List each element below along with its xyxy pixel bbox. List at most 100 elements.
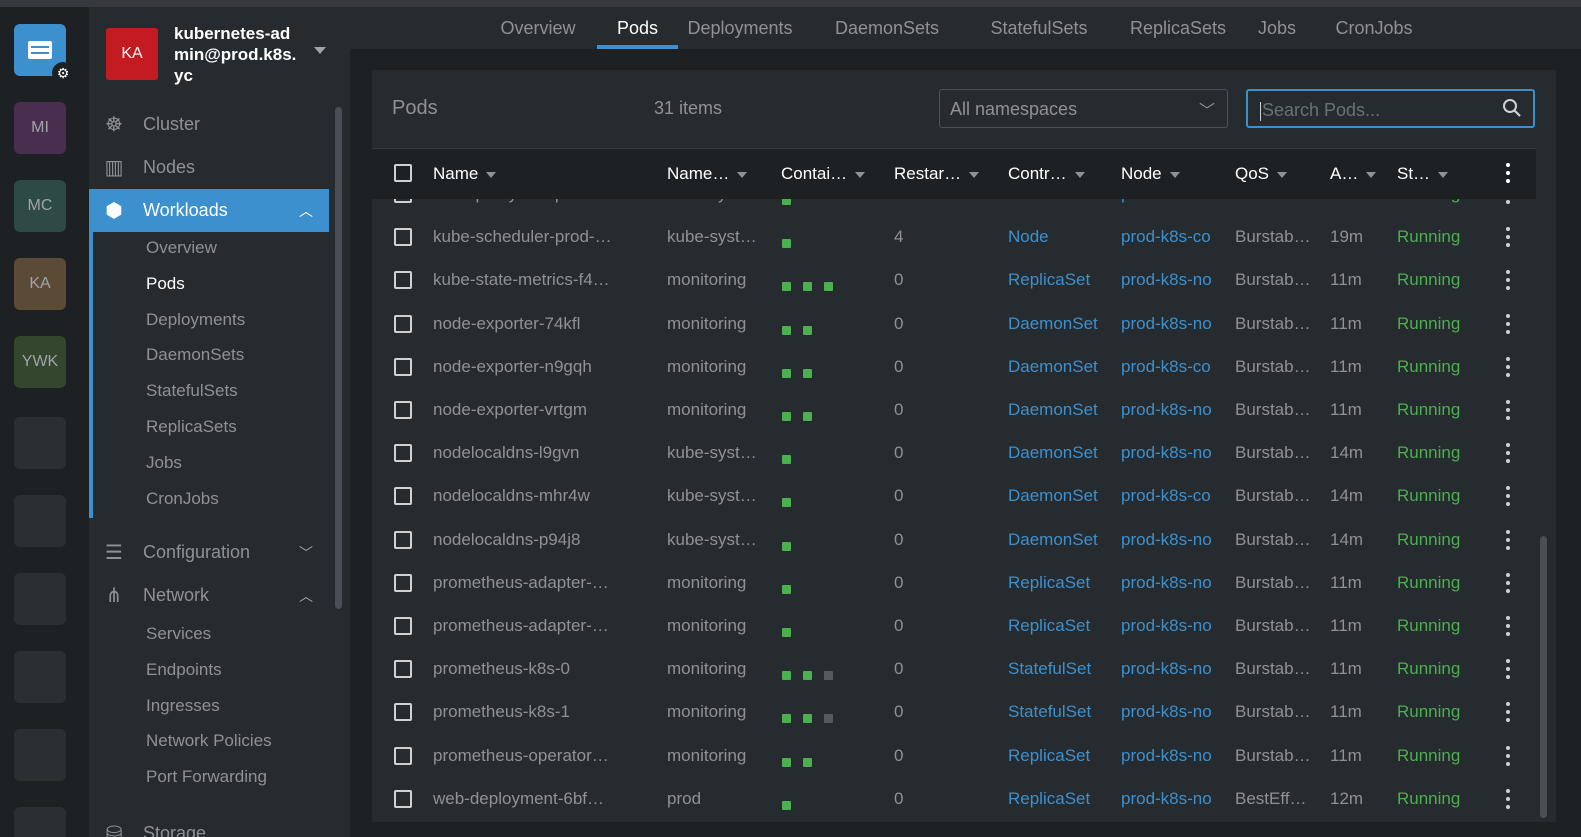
row-checkbox[interactable] (394, 746, 412, 765)
row-menu-icon[interactable] (1506, 659, 1512, 681)
tab-replicasets[interactable]: ReplicaSets (1112, 7, 1244, 49)
select-all-checkbox[interactable] (394, 164, 412, 182)
table-row[interactable]: prometheus-adapter-… monitoring 0 ReplicaSe… (372, 562, 1536, 605)
table-row[interactable]: prometheus-operator… monitoring 0 ReplicaSe… (372, 735, 1536, 778)
pod-node-link[interactable]: prod-k8s-no (1121, 270, 1215, 290)
row-menu-icon[interactable] (1506, 572, 1512, 595)
sidebar-subitem-pods[interactable]: Pods (146, 272, 185, 296)
sidebar-item-storage[interactable]: ⛁ Storage (89, 812, 329, 837)
row-menu-icon[interactable] (1506, 788, 1512, 811)
pod-node-link[interactable]: prod-k8s-no (1121, 314, 1215, 334)
tab-daemonsets[interactable]: DaemonSets (826, 7, 948, 49)
tab-statefulsets[interactable]: StatefulSets (970, 7, 1108, 49)
row-checkbox[interactable] (394, 487, 412, 506)
pod-controller-link[interactable]: DaemonSet (1008, 400, 1102, 420)
hotbar-empty-slot[interactable] (14, 573, 66, 625)
table-row[interactable]: prometheus-k8s-1 monitoring 0 StatefulSet pr… (372, 691, 1536, 734)
row-checkbox[interactable] (394, 444, 412, 463)
sidebar-scrollbar[interactable] (335, 107, 342, 609)
pod-controller-link[interactable]: DaemonSet (1008, 486, 1102, 506)
chevron-up-icon[interactable]: ︿ (299, 201, 313, 221)
container-running-indicator[interactable] (782, 199, 791, 205)
sidebar-subitem-network-policies[interactable]: Network Policies (146, 729, 272, 753)
container-running-indicator[interactable] (803, 282, 812, 292)
row-menu-icon[interactable] (1506, 313, 1512, 336)
pod-controller-link[interactable]: DaemonSet (1008, 199, 1102, 204)
row-checkbox[interactable] (394, 789, 412, 808)
sidebar-subitem-cronjobs[interactable]: CronJobs (146, 487, 219, 511)
container-running-indicator[interactable] (782, 714, 791, 724)
container-running-indicator[interactable] (782, 498, 791, 508)
pod-controller-link[interactable]: ReplicaSet (1008, 789, 1102, 809)
row-checkbox[interactable] (394, 228, 412, 247)
row-checkbox[interactable] (394, 703, 412, 722)
chevron-down-icon[interactable]: ﹀ (299, 543, 313, 563)
pod-node-link[interactable]: prod-k8s-co (1121, 486, 1215, 506)
hotbar-cluster-item[interactable]: MI (14, 102, 66, 154)
table-row[interactable]: nodelocaldns-p94j8 kube-syst… 0 DaemonSet pr… (372, 519, 1536, 562)
table-row[interactable]: kube-proxy-mxhph kube-syst… 0 DaemonSet prod… (372, 199, 1536, 216)
sidebar-subitem-daemonsets[interactable]: DaemonSets (146, 343, 244, 367)
tab-jobs[interactable]: Jobs (1245, 7, 1309, 49)
hotbar-cluster-item[interactable]: YWK (14, 336, 66, 388)
sidebar-item-workloads[interactable]: ⬢ Workloads ︿ (89, 189, 329, 232)
row-checkbox[interactable] (394, 401, 412, 419)
table-row[interactable]: web-deployment-6bf… prod 0 ReplicaSet prod-k… (372, 778, 1536, 821)
sidebar-subitem-replicasets[interactable]: ReplicaSets (146, 415, 237, 439)
row-checkbox[interactable] (394, 660, 412, 679)
chevron-up-icon[interactable]: ︿ (299, 586, 313, 606)
column-header-qos[interactable]: QoS (1235, 164, 1288, 184)
row-menu-icon[interactable] (1506, 745, 1512, 768)
pod-node-link[interactable]: prod-k8s-no (1121, 443, 1215, 463)
row-menu-icon[interactable] (1506, 616, 1512, 638)
hotbar-cluster-item[interactable]: MC (14, 180, 66, 232)
table-row[interactable]: prometheus-adapter-… monitoring 0 ReplicaSe… (372, 605, 1536, 648)
column-header-age[interactable]: A… (1330, 164, 1377, 184)
columns-menu-icon[interactable] (1506, 163, 1512, 185)
tab-deployments[interactable]: Deployments (678, 7, 802, 49)
pod-controller-link[interactable]: DaemonSet (1008, 443, 1102, 463)
sidebar-subitem-jobs[interactable]: Jobs (146, 451, 182, 475)
pod-controller-link[interactable]: StatefulSet (1008, 659, 1102, 679)
pod-node-link[interactable]: prod-k8s-no (1121, 702, 1215, 722)
table-row[interactable]: nodelocaldns-l9gvn kube-syst… 0 DaemonSet pr… (372, 432, 1536, 475)
pod-controller-link[interactable]: StatefulSet (1008, 702, 1102, 722)
pod-controller-link[interactable]: Node (1008, 227, 1102, 247)
column-header-name[interactable]: Name (433, 164, 497, 184)
row-checkbox[interactable] (394, 199, 412, 203)
table-row[interactable]: node-exporter-vrtgm monitoring 0 DaemonSet p… (372, 389, 1536, 432)
row-checkbox[interactable] (394, 573, 412, 592)
column-header-restarts[interactable]: Restar… (894, 164, 980, 184)
row-menu-icon[interactable] (1506, 270, 1512, 292)
container-running-indicator[interactable] (782, 455, 791, 465)
pod-controller-link[interactable]: ReplicaSet (1008, 573, 1102, 593)
table-row[interactable]: prometheus-k8s-0 monitoring 0 StatefulSet pr… (372, 648, 1536, 691)
pod-controller-link[interactable]: DaemonSet (1008, 314, 1102, 334)
sidebar-subitem-overview[interactable]: Overview (146, 236, 217, 260)
sidebar-item-configuration[interactable]: ☰ Configuration ﹀ (89, 531, 329, 574)
hotbar-cluster-item[interactable]: KA (14, 258, 66, 310)
row-menu-icon[interactable] (1506, 443, 1512, 465)
container-running-indicator[interactable] (782, 584, 791, 594)
pod-controller-link[interactable]: ReplicaSet (1008, 616, 1102, 636)
container-running-indicator[interactable] (803, 325, 812, 335)
pod-node-link[interactable]: prod-k8s-co (1121, 357, 1215, 377)
row-menu-icon[interactable] (1506, 702, 1512, 724)
column-header-namespace[interactable]: Name… (667, 164, 748, 184)
container-running-indicator[interactable] (782, 282, 791, 292)
container-running-indicator[interactable] (782, 368, 791, 378)
sidebar-subitem-port-forwarding[interactable]: Port Forwarding (146, 765, 267, 789)
search-icon[interactable] (1501, 97, 1523, 119)
pod-node-link[interactable]: prod-k8s-co (1121, 227, 1215, 247)
sidebar-subitem-ingresses[interactable]: Ingresses (146, 694, 220, 718)
container-waiting-indicator[interactable] (824, 714, 833, 724)
row-menu-icon[interactable] (1506, 400, 1512, 422)
container-waiting-indicator[interactable] (824, 671, 833, 681)
pod-node-link[interactable]: prod-k8s-no (1121, 789, 1215, 809)
table-row[interactable]: nodelocaldns-mhr4w kube-syst… 0 DaemonSet pr… (372, 475, 1536, 518)
gear-icon[interactable]: ⚙ (52, 62, 74, 84)
catalog-button[interactable]: ⚙ (14, 24, 74, 84)
column-header-controller[interactable]: Contr… (1008, 164, 1085, 184)
container-running-indicator[interactable] (824, 282, 833, 292)
container-running-indicator[interactable] (782, 800, 791, 810)
